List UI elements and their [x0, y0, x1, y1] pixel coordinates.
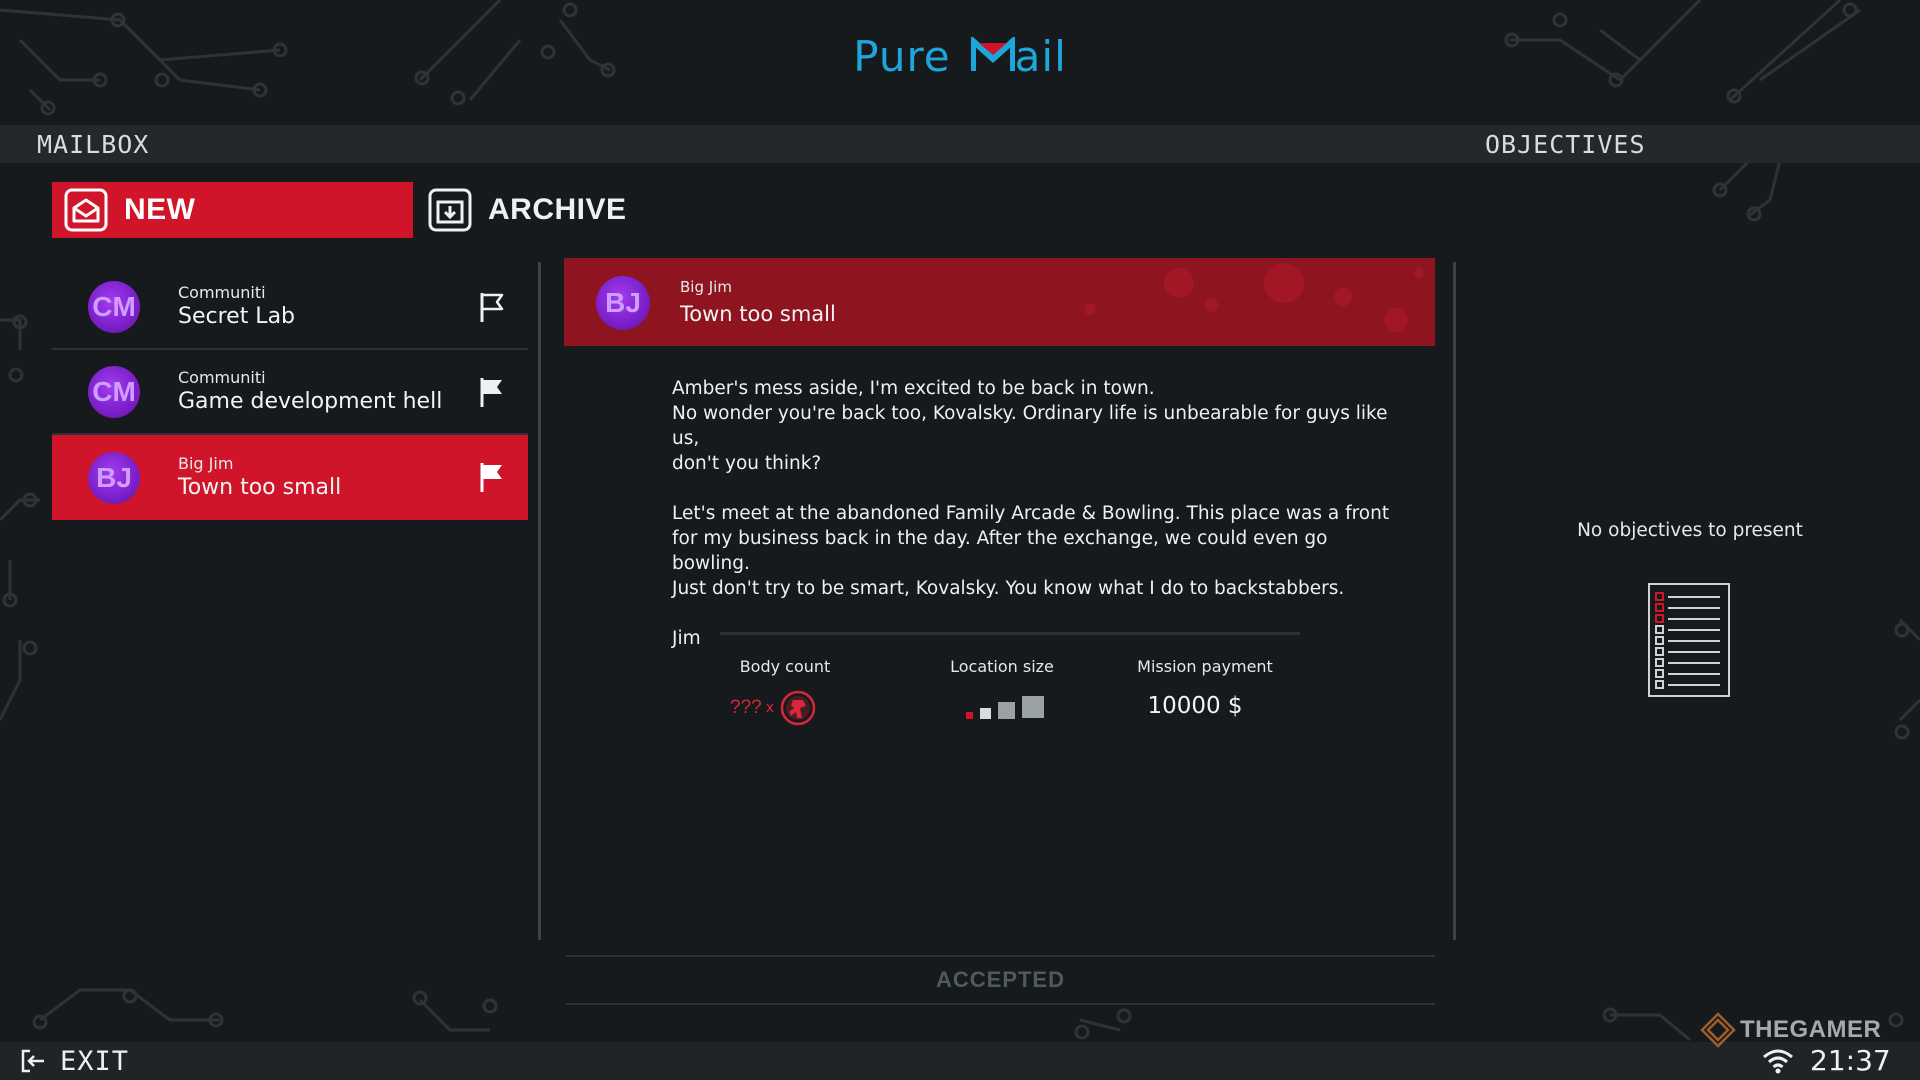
flag-outline-icon[interactable] [478, 291, 506, 323]
divider [1453, 262, 1456, 940]
mail-item-game-development-hell[interactable]: CM Communiti Game development hell [52, 350, 528, 435]
tab-archive-label: ARCHIVE [488, 193, 627, 226]
message-subject: Town too small [680, 302, 836, 326]
blood-splatter [1164, 268, 1194, 298]
mission-payment-label: Mission payment [1137, 657, 1273, 676]
blood-splatter [1334, 288, 1352, 306]
location-size-bar [966, 712, 973, 719]
body-count-value: ??? x [730, 690, 850, 726]
flag-filled-icon[interactable] [478, 376, 506, 408]
mail-sender: Big Jim [178, 453, 234, 473]
message-separator [720, 632, 1300, 635]
exit-icon [21, 1049, 44, 1073]
message-header: BJ Big Jim Town too small [564, 258, 1435, 346]
thegamer-logo-icon [1700, 1012, 1736, 1048]
exit-label: EXIT [60, 1045, 130, 1077]
mission-payment-stat: Mission payment [1130, 657, 1280, 676]
avatar: CM [88, 365, 140, 418]
archive-box-icon [428, 188, 472, 232]
message-body: Amber's mess aside, I'm excited to be ba… [672, 376, 1392, 676]
mail-app-screen: Pure ail MAILBOX OBJECTIVES NEW ARCHIVE … [0, 0, 1920, 1080]
mail-text: Big Jim Town too small [178, 454, 528, 502]
message-line: Just don't try to be smart, Kovalsky. Yo… [672, 578, 1345, 599]
exit-button[interactable]: EXIT [20, 1045, 130, 1077]
blood-splatter [1204, 298, 1218, 312]
thegamer-watermark: THEGAMER [1700, 1012, 1881, 1048]
mail-subject: Town too small [178, 474, 342, 500]
blood-splatter [1264, 263, 1304, 303]
header-bar: MAILBOX OBJECTIVES [0, 125, 1920, 163]
tab-archive[interactable]: ARCHIVE [428, 182, 628, 238]
skull-target-icon [780, 690, 816, 726]
objectives-heading: OBJECTIVES [1485, 130, 1646, 159]
blood-splatter [1414, 268, 1424, 278]
location-size-bar [998, 702, 1015, 719]
message-signature: Jim [672, 628, 701, 649]
footer-bar [0, 1042, 1920, 1080]
no-objectives-text: No objectives to present [1577, 520, 1803, 541]
location-size-stat: Location size [940, 657, 1064, 676]
flag-filled-icon[interactable] [478, 461, 506, 493]
avatar: CM [88, 280, 140, 333]
clock: 21:37 [1810, 1044, 1891, 1077]
open-envelope-icon [64, 188, 108, 232]
sender-avatar: BJ [596, 276, 650, 330]
location-size-bar [980, 708, 991, 719]
mail-text: Communiti Secret Lab [178, 283, 528, 331]
divider [538, 262, 541, 940]
message-paragraph: Amber's mess aside, I'm excited to be ba… [672, 376, 1392, 476]
message-line: Let's meet at the abandoned Family Arcad… [672, 503, 1390, 524]
location-size-bar [1022, 696, 1044, 718]
wifi-icon [1763, 1049, 1793, 1074]
watermark-text: THEGAMER [1740, 1016, 1882, 1043]
logo-text-pure: Pure [853, 32, 951, 81]
accepted-button[interactable]: ACCEPTED [566, 955, 1435, 1005]
mail-subject: Game development hell [178, 388, 443, 414]
mail-list: CM Communiti Secret Lab CM Communiti Gam… [52, 265, 528, 520]
blood-splatter [1384, 308, 1408, 332]
mailbox-heading: MAILBOX [37, 130, 150, 159]
avatar: BJ [88, 451, 140, 504]
logo-text-ail: ail [1014, 32, 1067, 81]
checklist-document-icon [1648, 583, 1730, 697]
message-line: Amber's mess aside, I'm excited to be ba… [672, 378, 1155, 399]
message-line: don't you think? [672, 453, 822, 474]
message-line: No wonder you're back too, Kovalsky. Ord… [672, 403, 1388, 449]
mail-text: Communiti Game development hell [178, 368, 528, 416]
location-size-meter [966, 696, 1044, 719]
message-line: for my business back in the day. After t… [672, 528, 1328, 574]
message-sender: Big Jim [680, 278, 732, 296]
mail-m-logo-icon [970, 37, 1015, 71]
body-count-times: x [765, 700, 774, 716]
mission-payment-value: 10000 $ [1147, 693, 1243, 719]
pure-mail-logo: Pure ail [0, 32, 1920, 81]
mail-sender: Communiti [178, 282, 266, 302]
mail-item-town-too-small[interactable]: BJ Big Jim Town too small [52, 435, 528, 520]
blood-splatter [1084, 303, 1096, 315]
mail-sender: Communiti [178, 367, 266, 387]
body-count-stat: Body count [730, 657, 840, 676]
mail-subject: Secret Lab [178, 303, 296, 329]
message-paragraph: Let's meet at the abandoned Family Arcad… [672, 501, 1392, 601]
tab-new[interactable]: NEW [52, 182, 413, 238]
body-count-number: ??? [730, 697, 762, 718]
location-size-label: Location size [950, 657, 1054, 676]
tab-new-label: NEW [124, 193, 196, 226]
mail-item-secret-lab[interactable]: CM Communiti Secret Lab [52, 265, 528, 350]
body-count-label: Body count [739, 657, 831, 676]
